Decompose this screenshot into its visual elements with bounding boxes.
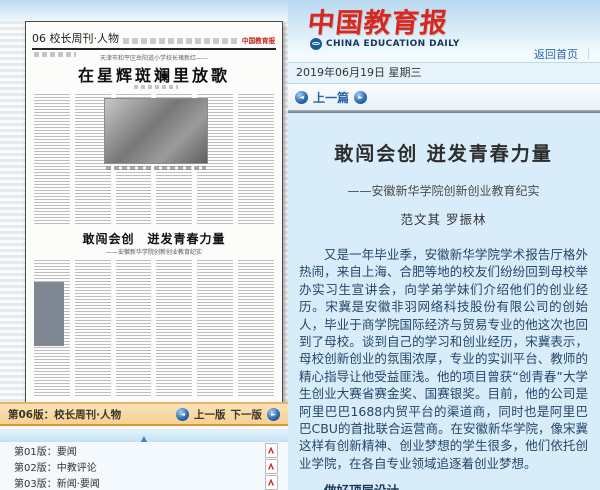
epaper-reader-window: 06 校长周刊·人物 中国教育报 天津市和平区岳阳道小学校长褚新红—— 在星辉斑… (0, 0, 600, 490)
pdf-download-icon[interactable] (265, 475, 278, 490)
page-list-item[interactable]: 第03版：新闻·要闻 (0, 474, 288, 490)
pseudo-text-column (238, 94, 274, 224)
pseudo-text-column (116, 260, 152, 396)
return-home-label[interactable]: 返回首页 (534, 48, 578, 61)
prev-edition-button[interactable]: 上一版 (194, 407, 226, 422)
pseudo-text-column (75, 260, 111, 396)
article2-columns (34, 260, 274, 396)
article1-kicker: 天津市和平区岳阳道小学校长褚新红—— (26, 53, 282, 62)
next-edition-icon[interactable]: ► (267, 408, 280, 421)
newspaper-masthead-mini: 中国教育报 (242, 36, 275, 46)
next-edition-button[interactable]: 下一版 (231, 407, 263, 422)
edition-label: 06 校长周刊·人物 (32, 30, 119, 46)
page-list-item[interactable]: 第02版：中教评论 (0, 458, 288, 474)
edition-page-list: 第01版：要闻 第02版：中教评论 第03版：新闻·要闻 (0, 442, 288, 490)
article-paragraph-1: 又是一年毕业季，安徽新华学院学术报告厅格外热闹，来自上海、合肥等地的校友们纷纷回… (299, 246, 588, 472)
article1-byline-pseudo (134, 85, 178, 89)
page-list-item[interactable]: 第01版：要闻 (0, 442, 288, 458)
pseudo-text-column (34, 94, 70, 224)
article-body: 敢闯会创 迸发青春力量 ——安徽新华学院创新创业教育纪实 范文其 罗振林 又是一… (288, 113, 600, 490)
globe-icon (310, 38, 322, 50)
site-logo-subtitle-row: CHINA EDUCATION DAILY (310, 38, 460, 50)
site-logo-english: CHINA EDUCATION DAILY (326, 39, 460, 49)
next-article-icon[interactable]: ► (354, 91, 367, 104)
edition-nav-controls: ◄ 上一版 下一版 ► (176, 407, 280, 422)
article2-subtitle: ——安徽新华学院创新创业教育纪实 (26, 247, 282, 256)
article-section-heading-1: 做好顶层设计 (299, 482, 588, 490)
article2-intro-box (34, 282, 64, 346)
link-separator: ｜ (583, 48, 594, 61)
article1-headline: 在星辉斑斓里放歌 (26, 62, 282, 86)
article2-headline: 敢闯会创 迸发青春力量 (26, 230, 282, 247)
prev-article-button[interactable]: 上一篇 (313, 89, 349, 106)
article1-photo-caption-pseudo (106, 166, 206, 170)
edition-navigation-bar: 第06版：校长周刊·人物 ◄ 上一版 下一版 ► (0, 402, 288, 426)
current-edition-label: 第06版：校长周刊·人物 (8, 407, 121, 422)
newspaper-viewer-pane: 06 校长周刊·人物 中国教育报 天津市和平区岳阳道小学校长褚新红—— 在星辉斑… (0, 0, 288, 490)
pseudo-text-column (197, 260, 233, 396)
page-list-label[interactable]: 第02版：中教评论 (14, 459, 97, 474)
pseudo-text-meta (123, 38, 237, 44)
article-nav-bar: ◄ 上一篇 ► (288, 84, 600, 110)
pdf-download-icon[interactable] (265, 459, 278, 474)
article-reading-pane: 中国教育报 CHINA EDUCATION DAILY 返回首页 ｜ 2019年0… (288, 0, 600, 490)
site-header: 中国教育报 CHINA EDUCATION DAILY 返回首页 ｜ (288, 0, 600, 62)
article-authors: 范文其 罗振林 (299, 209, 588, 228)
newspaper-page-thumbnail[interactable]: 06 校长周刊·人物 中国教育报 天津市和平区岳阳道小学校长褚新红—— 在星辉斑… (25, 21, 283, 407)
page-list-label[interactable]: 第01版：要闻 (14, 443, 77, 458)
pseudo-text-column (156, 260, 192, 396)
left-top-gradient (0, 0, 288, 20)
article-title: 敢闯会创 迸发青春力量 (299, 139, 588, 166)
pseudo-text-column (238, 260, 274, 396)
pdf-download-icon[interactable] (265, 443, 278, 458)
issue-date: 2019年06月19日 星期三 (296, 66, 422, 79)
article-subtitle: ——安徽新华学院创新创业教育纪实 (299, 182, 588, 199)
return-home-link[interactable]: 返回首页 ｜ (534, 46, 594, 62)
article1-photo (104, 98, 208, 164)
page-list-label[interactable]: 第03版：新闻·要闻 (14, 475, 100, 490)
prev-edition-icon[interactable]: ◄ (176, 408, 189, 421)
site-logo: 中国教育报 (306, 1, 450, 40)
date-bar: 2019年06月19日 星期三 (288, 62, 600, 84)
collapse-page-list-bar[interactable]: ▲ (0, 430, 288, 442)
newspaper-edition-header: 06 校长周刊·人物 中国教育报 (32, 26, 276, 50)
prev-article-icon[interactable]: ◄ (295, 91, 308, 104)
